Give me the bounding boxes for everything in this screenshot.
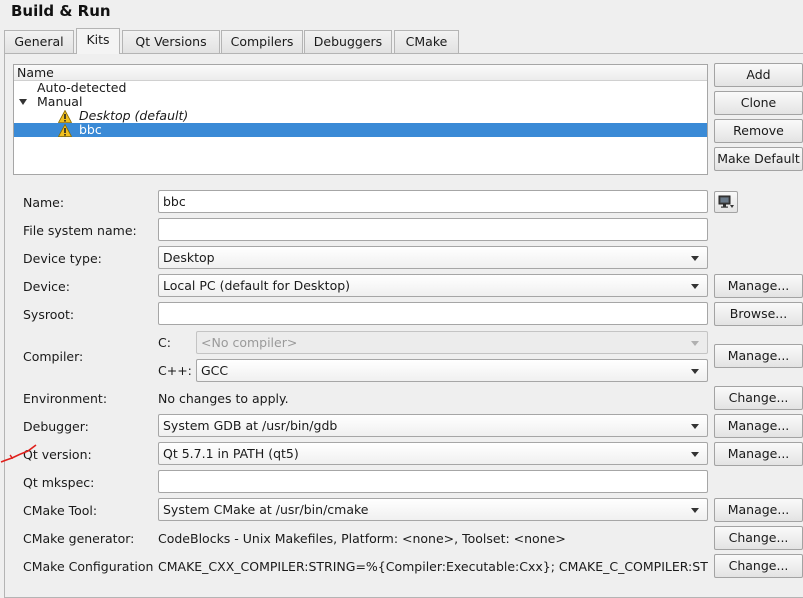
device-type-value: Desktop — [163, 250, 215, 265]
debugger-manage-button[interactable]: Manage... — [714, 414, 803, 438]
cmake-tool-label: CMake Tool: — [23, 503, 98, 518]
compiler-cxx-select[interactable]: GCC — [196, 359, 708, 382]
add-button[interactable]: Add — [714, 63, 803, 87]
tree-item-label: Desktop (default) — [79, 108, 189, 123]
qt-version-manage-button[interactable]: Manage... — [714, 442, 803, 466]
compiler-label: Compiler: — [23, 349, 84, 364]
cmake-tool-value: System CMake at /usr/bin/cmake — [163, 502, 369, 517]
cmake-tool-manage-button[interactable]: Manage... — [714, 498, 803, 522]
chevron-down-icon — [691, 284, 699, 289]
sysroot-label: Sysroot: — [23, 307, 75, 322]
fs-name-label: File system name: — [23, 223, 137, 238]
monitor-icon — [718, 195, 734, 208]
remove-button[interactable]: Remove — [714, 119, 803, 143]
compiler-c-value: <No compiler> — [201, 335, 298, 350]
compiler-cxx-value: GCC — [201, 363, 229, 378]
warning-icon — [58, 124, 72, 137]
name-label: Name: — [23, 195, 65, 210]
fs-name-field[interactable] — [158, 218, 708, 241]
device-value: Local PC (default for Desktop) — [163, 278, 351, 293]
qt-version-value: Qt 5.7.1 in PATH (qt5) — [163, 446, 299, 461]
sysroot-field[interactable] — [158, 302, 708, 325]
cmake-tool-select[interactable]: System CMake at /usr/bin/cmake — [158, 498, 708, 521]
tab-general[interactable]: General — [4, 30, 74, 53]
compiler-cxx-label: C++: — [158, 363, 192, 378]
environment-value: No changes to apply. — [158, 391, 289, 406]
device-icon-button[interactable] — [714, 191, 738, 213]
tree-item-label: bbc — [79, 122, 102, 137]
name-field[interactable]: bbc — [158, 190, 708, 213]
cmake-generator-label: CMake generator: — [23, 531, 135, 546]
environment-label: Environment: — [23, 391, 108, 406]
cmake-config-value: CMAKE_CXX_COMPILER:STRING=%{Compiler:Exe… — [158, 559, 708, 574]
device-type-select[interactable]: Desktop — [158, 246, 708, 269]
tab-debuggers[interactable]: Debuggers — [304, 30, 392, 53]
compiler-c-select[interactable]: <No compiler> — [196, 331, 708, 354]
sysroot-browse-button[interactable]: Browse... — [714, 302, 803, 326]
tree-item-bbc[interactable]: bbc — [14, 123, 707, 137]
cmake-config-change-button[interactable]: Change... — [714, 554, 803, 578]
annotation-checkmark-icon — [0, 444, 37, 463]
debugger-value: System GDB at /usr/bin/gdb — [163, 418, 338, 433]
chevron-down-icon — [691, 424, 699, 429]
chevron-down-icon — [691, 369, 699, 374]
make-default-button[interactable]: Make Default — [714, 147, 803, 171]
clone-button[interactable]: Clone — [714, 91, 803, 115]
expand-arrow-icon[interactable] — [19, 99, 27, 105]
chevron-down-icon — [691, 452, 699, 457]
device-type-label: Device type: — [23, 251, 102, 266]
tab-qt-versions[interactable]: Qt Versions — [122, 30, 220, 53]
chevron-down-icon — [691, 256, 699, 261]
environment-change-button[interactable]: Change... — [714, 386, 803, 410]
tab-cmake[interactable]: CMake — [394, 30, 459, 53]
qt-version-select[interactable]: Qt 5.7.1 in PATH (qt5) — [158, 442, 708, 465]
tab-compilers[interactable]: Compilers — [221, 30, 303, 53]
device-label: Device: — [23, 279, 70, 294]
debugger-label: Debugger: — [23, 419, 89, 434]
page-title: Build & Run — [11, 2, 111, 20]
tab-kits[interactable]: Kits — [76, 28, 120, 54]
tree-group-auto-detected[interactable]: Auto-detected — [14, 81, 707, 95]
device-select[interactable]: Local PC (default for Desktop) — [158, 274, 708, 297]
kits-tree[interactable]: Name Auto-detected Manual Desktop (defau… — [13, 64, 708, 175]
compiler-manage-button[interactable]: Manage... — [714, 344, 803, 368]
tree-item-desktop[interactable]: Desktop (default) — [14, 109, 707, 123]
compiler-c-label: C: — [158, 335, 171, 350]
tree-group-label: Auto-detected — [37, 80, 127, 95]
cmake-config-label: CMake Configuration — [23, 559, 154, 574]
tree-group-label: Manual — [37, 94, 83, 109]
qt-mkspec-label: Qt mkspec: — [23, 475, 95, 490]
chevron-down-icon — [691, 341, 699, 346]
tree-header-name[interactable]: Name — [14, 65, 707, 81]
device-manage-button[interactable]: Manage... — [714, 274, 803, 298]
cmake-generator-value: CodeBlocks - Unix Makefiles, Platform: <… — [158, 531, 566, 546]
chevron-down-icon — [691, 508, 699, 513]
cmake-generator-change-button[interactable]: Change... — [714, 526, 803, 550]
tree-group-manual[interactable]: Manual — [14, 95, 707, 109]
debugger-select[interactable]: System GDB at /usr/bin/gdb — [158, 414, 708, 437]
warning-icon — [58, 110, 72, 123]
qt-mkspec-field[interactable] — [158, 470, 708, 493]
